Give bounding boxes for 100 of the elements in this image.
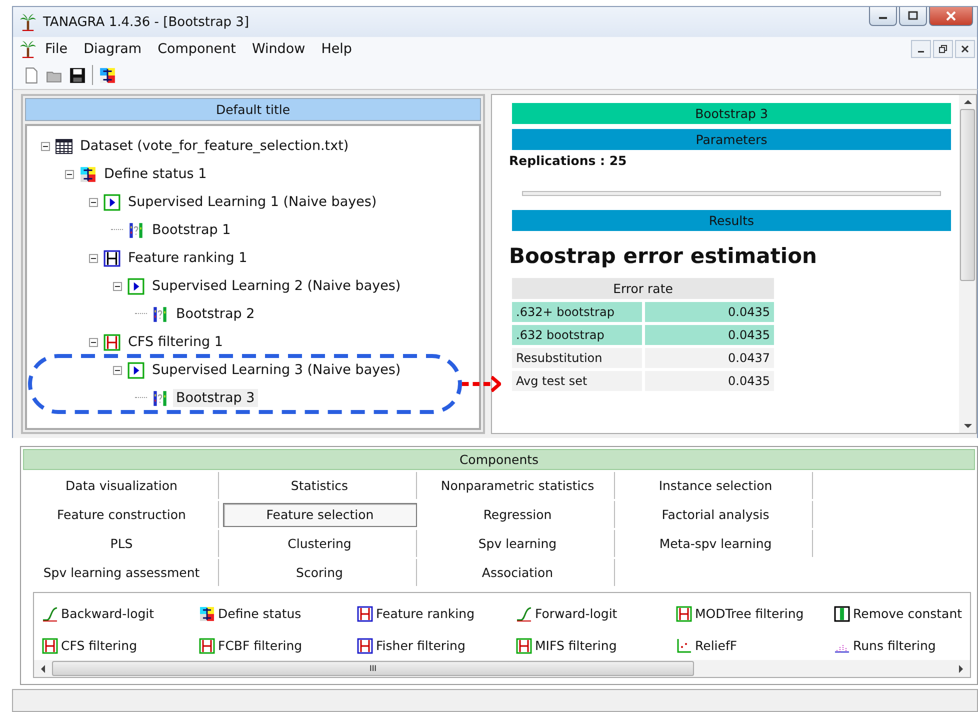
tool-label[interactable]: Backward-logit (61, 606, 154, 621)
tool-label[interactable]: Feature ranking (376, 606, 474, 621)
collapse-toggle[interactable] (111, 282, 123, 290)
category-tab[interactable]: Meta-spv learning (619, 530, 813, 557)
filter-icon[interactable] (516, 638, 532, 654)
tree-node[interactable]: Dataset (vote_for_feature_selection.txt) (77, 137, 352, 155)
arrows-icon (79, 166, 97, 182)
scroll-up-icon[interactable] (964, 99, 972, 105)
tree-node[interactable]: Bootstrap 1 (149, 221, 234, 239)
collapse-toggle[interactable] (39, 142, 51, 150)
table-cell: 0.0437 (644, 348, 774, 368)
close-button[interactable] (929, 7, 973, 26)
parameter-text: Replications : 25 (509, 153, 628, 170)
scroll-right-icon[interactable] (958, 664, 964, 672)
category-tab[interactable]: Factorial analysis (619, 501, 813, 528)
tree-node[interactable]: Bootstrap 2 (173, 305, 258, 323)
filter-icon[interactable] (676, 606, 692, 622)
arrows-icon[interactable] (199, 606, 215, 622)
collapse-toggle[interactable] (63, 170, 75, 178)
scroll-left-icon[interactable] (40, 664, 46, 672)
scroll-grip: III (369, 664, 377, 672)
table-icon (55, 138, 73, 154)
table-cell: Resubstitution (512, 348, 642, 368)
play-icon (103, 194, 121, 210)
horizontal-scrollbar[interactable]: III (34, 660, 970, 677)
scroll-down-icon[interactable] (964, 423, 972, 429)
category-tab[interactable]: PLS (25, 530, 219, 557)
category-tab[interactable]: Spv learning assessment (25, 559, 219, 586)
ranking-icon[interactable] (357, 638, 373, 654)
restore-button[interactable] (933, 40, 953, 58)
category-tab[interactable]: Regression (421, 501, 615, 528)
collapse-toggle[interactable] (111, 366, 123, 374)
category-tab[interactable]: Feature construction (25, 501, 219, 528)
table-cell: .632+ bootstrap (512, 302, 642, 322)
tree-node[interactable]: Supervised Learning 3 (Naive bayes) (149, 361, 404, 379)
filter-icon (103, 334, 121, 350)
tool-label[interactable]: CFS filtering (61, 638, 138, 653)
category-tab[interactable]: Clustering (223, 530, 417, 557)
category-tab[interactable]: Data visualization (25, 472, 219, 499)
tool-label[interactable]: Define status (218, 606, 302, 621)
menu-item[interactable]: File (37, 41, 76, 57)
curve-icon[interactable] (516, 606, 532, 622)
close-button[interactable] (955, 40, 975, 58)
category-tab[interactable]: Statistics (223, 472, 417, 499)
table-cell: 0.0435 (644, 325, 774, 345)
category-tab[interactable]: Nonparametric statistics (421, 472, 615, 499)
bars-icon (151, 306, 169, 322)
vertical-scrollbar[interactable] (959, 95, 976, 433)
bars-icon (127, 222, 145, 238)
category-tab[interactable]: Feature selection (223, 502, 417, 526)
maximize-button[interactable] (899, 7, 927, 26)
filter-icon[interactable] (199, 638, 215, 654)
category-tab[interactable]: Spv learning (421, 530, 615, 557)
tree-node[interactable]: Supervised Learning 2 (Naive bayes) (149, 277, 404, 295)
ranking-icon (103, 250, 121, 266)
tool-label[interactable]: Fisher filtering (376, 638, 466, 653)
tool-label[interactable]: Forward-logit (535, 606, 618, 621)
component-heading: Bootstrap 3 (512, 103, 951, 124)
tool-label[interactable]: Runs filtering (853, 638, 936, 653)
tool-label[interactable]: MIFS filtering (535, 638, 617, 653)
curve-icon[interactable] (42, 606, 58, 622)
tool-label[interactable]: FCBF filtering (218, 638, 302, 653)
close-icon (961, 45, 969, 53)
window-title: TANAGRA 1.4.36 - [Bootstrap 3] (43, 14, 250, 30)
collapse-toggle[interactable] (87, 254, 99, 262)
table-cell: 0.0435 (644, 371, 774, 391)
minimize-button[interactable] (869, 7, 897, 26)
minimize-button[interactable] (911, 40, 931, 58)
tool-label[interactable]: ReliefF (695, 638, 738, 653)
category-tab[interactable]: Scoring (223, 559, 417, 586)
section-heading: Parameters (512, 129, 951, 150)
category-tab[interactable]: Association (421, 559, 615, 586)
tree-node[interactable]: Bootstrap 3 (173, 389, 258, 407)
tree-node[interactable]: CFS filtering 1 (125, 333, 226, 351)
column-icon[interactable] (834, 606, 850, 622)
menu-item[interactable]: Help (313, 41, 360, 57)
dashed-arrow (462, 376, 501, 392)
arrows-icon[interactable] (99, 66, 116, 84)
menu-item[interactable]: Diagram (76, 41, 150, 57)
menu-item[interactable]: Component (150, 41, 244, 57)
table-cell: .632 bootstrap (512, 325, 642, 345)
tool-label[interactable]: MODTree filtering (695, 606, 804, 621)
restore-icon (939, 45, 947, 53)
new-file-icon[interactable] (23, 66, 40, 84)
tree-node[interactable]: Define status 1 (101, 165, 210, 183)
filter-icon[interactable] (42, 638, 58, 654)
collapse-toggle[interactable] (87, 198, 99, 206)
ranking-icon[interactable] (357, 606, 373, 622)
play-icon (127, 278, 145, 294)
table-header: Error rate (512, 278, 774, 299)
collapse-toggle[interactable] (87, 338, 99, 346)
menu-item[interactable]: Window (244, 41, 314, 57)
save-icon[interactable] (69, 66, 86, 84)
tool-label[interactable]: Remove constant (853, 606, 962, 621)
category-tab[interactable]: Instance selection (619, 472, 813, 499)
bars-icon (151, 390, 169, 406)
tree-node[interactable]: Supervised Learning 1 (Naive bayes) (125, 193, 380, 211)
tree-node[interactable]: Feature ranking 1 (125, 249, 250, 267)
play-icon (127, 362, 145, 378)
scatter-icon[interactable] (676, 638, 692, 654)
